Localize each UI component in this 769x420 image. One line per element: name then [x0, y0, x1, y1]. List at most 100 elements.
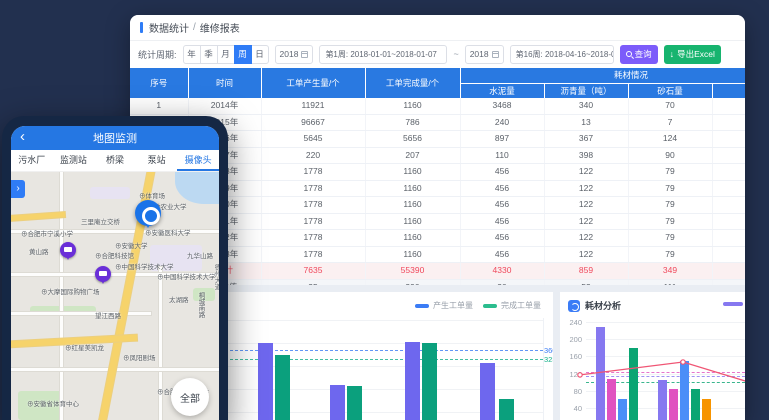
bar-completed: [422, 343, 437, 420]
total-cell: 349: [628, 263, 712, 280]
col-header-created: 工单产生量/个: [261, 68, 365, 98]
location-pin[interactable]: [135, 200, 161, 226]
y-axis-tick: 200: [562, 335, 582, 344]
legend-item[interactable]: 产生工单量: [415, 300, 473, 311]
tab-摄像头[interactable]: 摄像头: [177, 150, 219, 171]
table-cell: 456: [460, 197, 544, 214]
map-expand-button[interactable]: ›: [11, 180, 25, 198]
map-label: ⊕合肥市宁溪小学: [21, 228, 73, 238]
end-year-value: 2018: [470, 49, 489, 59]
table-row: 12014年119211160346834070250: [130, 98, 745, 114]
table-cell: 1160: [365, 246, 460, 263]
bar-completed: [499, 399, 514, 420]
calendar-icon: [492, 51, 499, 58]
map-label: 九华山路: [187, 250, 213, 260]
period-option-0[interactable]: 年: [183, 45, 201, 64]
table-cell: 690: [712, 114, 745, 131]
table-cell: 1160: [365, 230, 460, 247]
table-cell: 367: [544, 131, 628, 148]
table-cell: 122: [544, 180, 628, 197]
calendar-icon: [301, 51, 308, 58]
table-cell: 1160: [365, 180, 460, 197]
average-cell: 390: [365, 279, 460, 285]
table-cell: 79: [628, 164, 712, 181]
legend-label: 产生工单量: [433, 300, 473, 311]
table-cell: 79: [628, 180, 712, 197]
total-cell: 7635: [261, 263, 365, 280]
tab-污水厂[interactable]: 污水厂: [11, 150, 53, 171]
period-option-4[interactable]: 日: [251, 45, 269, 64]
table-cell: 340: [544, 98, 628, 114]
table-cell: 1778: [261, 213, 365, 230]
breadcrumb-accent-bar: [140, 22, 143, 33]
map-label: 望江西路: [95, 310, 121, 320]
start-week-input[interactable]: 第1周: 2018-01-01~2018-01-07: [319, 45, 447, 64]
table-cell: 220: [261, 147, 365, 164]
table-cell: 398: [544, 147, 628, 164]
app-header: ‹ 地图监测: [11, 126, 219, 150]
table-cell: 1778: [261, 164, 365, 181]
campus-area: [90, 187, 130, 199]
gridline: [586, 356, 745, 357]
plot-right-border: [543, 318, 544, 420]
camera-pin[interactable]: [60, 242, 76, 258]
y-axis-tick: 160: [562, 352, 582, 361]
query-button[interactable]: 查询: [620, 45, 658, 64]
tab-监测站[interactable]: 监测站: [53, 150, 95, 171]
table-cell: 1160: [365, 197, 460, 214]
average-line-label: 360: [544, 346, 553, 355]
breadcrumb: 数据统计 / 维修报表: [130, 15, 745, 41]
total-cell: 334: [712, 263, 745, 280]
average-cell: 30: [460, 279, 544, 285]
bar-created: [258, 343, 273, 420]
period-option-1[interactable]: 季: [200, 45, 218, 64]
col-subheader-1: 沥青量（吨）: [544, 83, 628, 98]
map-label: ⊕安徽大学: [115, 240, 148, 250]
table-cell: 1778: [261, 230, 365, 247]
map-label: ⊕红星美凯龙: [65, 342, 104, 352]
bar-consumable: [596, 327, 605, 420]
show-all-button[interactable]: 全部: [171, 378, 209, 416]
map-label: 黄山路: [29, 246, 49, 256]
period-option-3[interactable]: 周: [234, 45, 252, 64]
table-cell: 79: [628, 246, 712, 263]
dashboard-screen: 数据统计 / 维修报表 统计周期: 年季月周日 2018 第1周: 2018-0…: [0, 0, 769, 420]
bar-consumable: [702, 399, 711, 420]
map-view[interactable]: ⊕体育场⊕安徽农业大学三里庵立交桥⊕安徽医科大学⊕合肥市宁溪小学⊕安徽大学⊕合肥…: [11, 172, 219, 420]
chart-title-block: 耗材分析: [568, 299, 621, 312]
tab-泵站[interactable]: 泵站: [136, 150, 178, 171]
start-year-select[interactable]: 2018: [275, 45, 314, 64]
table-cell: 456: [460, 164, 544, 181]
legend-swatch: [483, 304, 497, 308]
camera-pin[interactable]: [95, 266, 111, 282]
table-cell: 456: [460, 230, 544, 247]
bar-consumable: [658, 380, 667, 420]
period-option-2[interactable]: 月: [217, 45, 235, 64]
export-button-label: 导出Excel: [677, 48, 715, 60]
legend-item[interactable]: 完成工单量: [483, 300, 541, 311]
col-subheader-3: 水量: [712, 83, 745, 98]
table-cell: 96667: [261, 114, 365, 131]
bar-consumable: [629, 348, 638, 420]
end-year-select[interactable]: 2018: [465, 45, 504, 64]
table-cell: 122: [544, 230, 628, 247]
y-axis-tick: 240: [562, 318, 582, 327]
road: [11, 212, 65, 221]
bar-created: [480, 363, 495, 420]
export-excel-button[interactable]: ↓ 导出Excel: [664, 45, 721, 64]
end-week-input[interactable]: 第16周: 2018-04-16~2018-04-22: [510, 45, 614, 64]
search-icon: [626, 51, 632, 57]
app-tab-bar: 污水厂监测站桥梁泵站摄像头: [11, 150, 219, 172]
y-axis-tick: 40: [562, 404, 582, 413]
table-cell: 1778: [261, 180, 365, 197]
water-area: [175, 172, 219, 204]
back-arrow-icon[interactable]: ‹: [20, 128, 25, 145]
breadcrumb-section[interactable]: 数据统计: [149, 20, 189, 35]
map-label: ⊕体育场: [139, 190, 165, 200]
map-label: ⊕安徽省体育中心: [27, 398, 79, 408]
bar-consumable: [618, 399, 627, 420]
table-cell: 125: [712, 131, 745, 148]
tab-桥梁[interactable]: 桥梁: [94, 150, 136, 171]
col-header-completed: 工单完成量/个: [365, 68, 460, 98]
table-cell: 786: [365, 114, 460, 131]
